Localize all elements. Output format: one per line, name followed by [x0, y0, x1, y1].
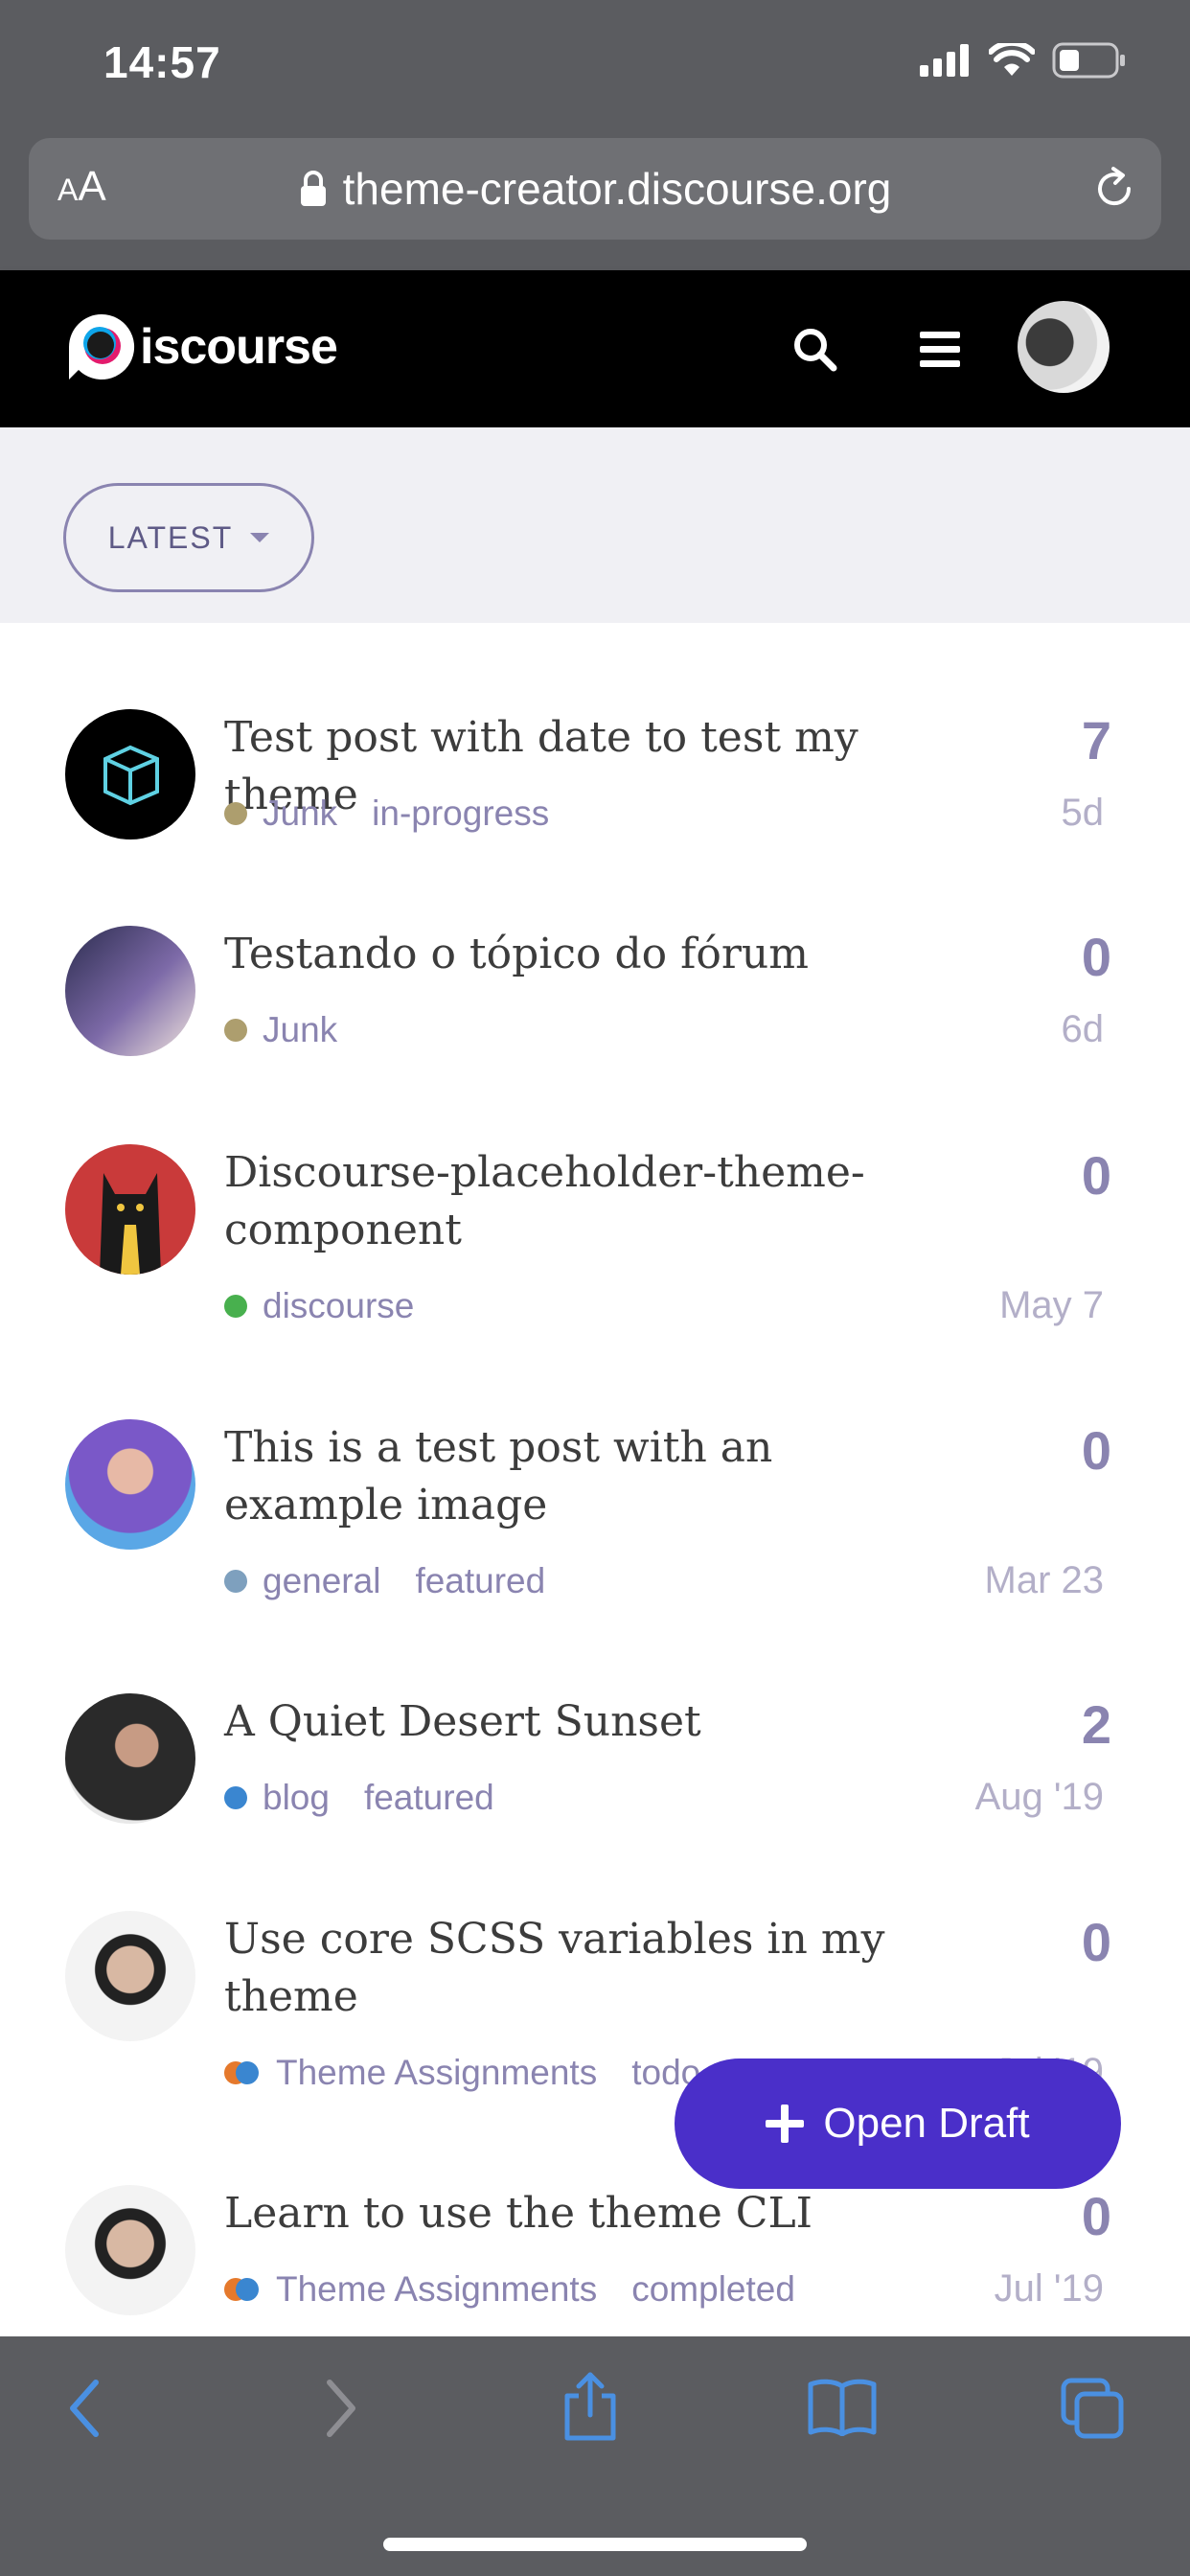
share-icon[interactable]	[561, 2371, 619, 2442]
topic-title[interactable]: A Quiet Desert Sunset	[224, 1693, 952, 1751]
status-icons	[920, 42, 1127, 79]
url-display[interactable]: theme-creator.discourse.org	[29, 163, 1161, 215]
activity-date[interactable]: Mar 23	[985, 1559, 1105, 1602]
category-badge-dot	[224, 1570, 247, 1593]
topic-meta: Junk in-progress	[224, 794, 549, 834]
cellular-signal-icon	[920, 44, 969, 77]
activity-date[interactable]: Jul '19	[995, 2267, 1104, 2311]
topic-title[interactable]: Learn to use the theme CLI	[224, 2185, 952, 2242]
site-header: iscourse	[0, 270, 1190, 427]
home-indicator	[383, 2538, 807, 2551]
category-badge-dot	[224, 1786, 247, 1809]
topic-avatar[interactable]	[65, 926, 195, 1056]
category-badge-dot	[224, 802, 247, 825]
reload-icon[interactable]	[1090, 165, 1138, 213]
topic-title[interactable]: Use core SCSS variables in my theme	[224, 1911, 952, 2026]
discourse-logo-icon	[69, 313, 135, 380]
topic-category[interactable]: general	[263, 1561, 380, 1601]
battery-icon	[1052, 42, 1125, 79]
back-icon[interactable]	[63, 2377, 105, 2440]
topic-category[interactable]: Junk	[263, 1010, 337, 1050]
topic-meta: Theme Assignments todo	[224, 2053, 700, 2093]
topic-title[interactable]: Testando o tópico do fórum	[224, 926, 952, 983]
topic-meta: Junk	[224, 1010, 337, 1050]
site-logo[interactable]: iscourse	[67, 312, 338, 381]
topic-category[interactable]: discourse	[263, 1286, 414, 1326]
latest-filter-dropdown[interactable]: LATEST	[63, 483, 314, 592]
topic-category[interactable]: blog	[263, 1778, 330, 1818]
address-bar[interactable]: AA theme-creator.discourse.org	[29, 138, 1161, 240]
open-draft-label: Open Draft	[823, 2100, 1030, 2147]
category-badge-dot	[224, 2278, 261, 2301]
activity-date[interactable]: 6d	[1062, 1008, 1105, 1051]
topic-tag[interactable]: featured	[364, 1778, 494, 1818]
topic-avatar[interactable]	[65, 709, 195, 840]
category-badge-dot	[224, 2061, 261, 2084]
topic-meta: general featured	[224, 1561, 545, 1601]
activity-date[interactable]: Aug '19	[975, 1776, 1104, 1819]
reply-count[interactable]: 2	[1082, 1693, 1111, 1756]
topic-meta: Theme Assignments completed	[224, 2269, 795, 2310]
plus-icon	[766, 2104, 805, 2143]
topic-title[interactable]: Discourse-placeholder-theme-component	[224, 1144, 952, 1259]
search-icon[interactable]	[791, 326, 837, 372]
topic-tag[interactable]: in-progress	[372, 794, 549, 834]
category-badge-dot	[224, 1295, 247, 1318]
url-text: theme-creator.discourse.org	[342, 164, 892, 214]
topic-title[interactable]: This is a test post with an example imag…	[224, 1419, 952, 1534]
topic-avatar[interactable]	[65, 2185, 195, 2315]
wifi-icon	[989, 43, 1035, 76]
topic-tag[interactable]: featured	[415, 1561, 545, 1601]
filter-label: LATEST	[107, 519, 234, 555]
reply-count[interactable]: 0	[1082, 2185, 1111, 2247]
hamburger-menu-icon[interactable]	[920, 330, 960, 368]
topic-meta: discourse	[224, 1286, 414, 1326]
tabs-icon[interactable]	[1060, 2377, 1125, 2440]
status-bar: 14:57	[0, 0, 1190, 134]
topic-tag[interactable]: completed	[631, 2269, 795, 2310]
browser-toolbar	[0, 2336, 1190, 2576]
topic-category[interactable]: Theme Assignments	[276, 2053, 597, 2093]
topic-meta: blog featured	[224, 1778, 494, 1818]
topic-avatar[interactable]	[65, 1144, 195, 1275]
open-draft-button[interactable]: Open Draft	[675, 2058, 1121, 2189]
navigation-container: LATEST	[0, 427, 1190, 623]
logo-text: iscourse	[140, 319, 338, 375]
reply-count[interactable]: 0	[1082, 1144, 1111, 1207]
topic-category[interactable]: Theme Assignments	[276, 2269, 597, 2310]
topic-avatar[interactable]	[65, 1419, 195, 1550]
forward-icon[interactable]	[320, 2377, 362, 2440]
lock-icon	[300, 171, 326, 206]
reply-count[interactable]: 7	[1082, 709, 1111, 771]
reply-count[interactable]: 0	[1082, 926, 1111, 988]
topic-category[interactable]: Junk	[263, 794, 337, 834]
activity-date[interactable]: May 7	[999, 1284, 1104, 1327]
bookmarks-icon[interactable]	[807, 2377, 878, 2436]
status-time: 14:57	[103, 37, 221, 87]
reply-count[interactable]: 0	[1082, 1419, 1111, 1482]
topic-avatar[interactable]	[65, 1911, 195, 2041]
caret-down-icon	[250, 533, 270, 542]
browser-address-area: AA theme-creator.discourse.org	[0, 134, 1190, 270]
activity-date[interactable]: 5d	[1062, 792, 1105, 835]
reply-count[interactable]: 0	[1082, 1911, 1111, 1973]
category-badge-dot	[224, 1019, 247, 1042]
topic-avatar[interactable]	[65, 1693, 195, 1824]
user-avatar[interactable]	[1018, 301, 1110, 393]
